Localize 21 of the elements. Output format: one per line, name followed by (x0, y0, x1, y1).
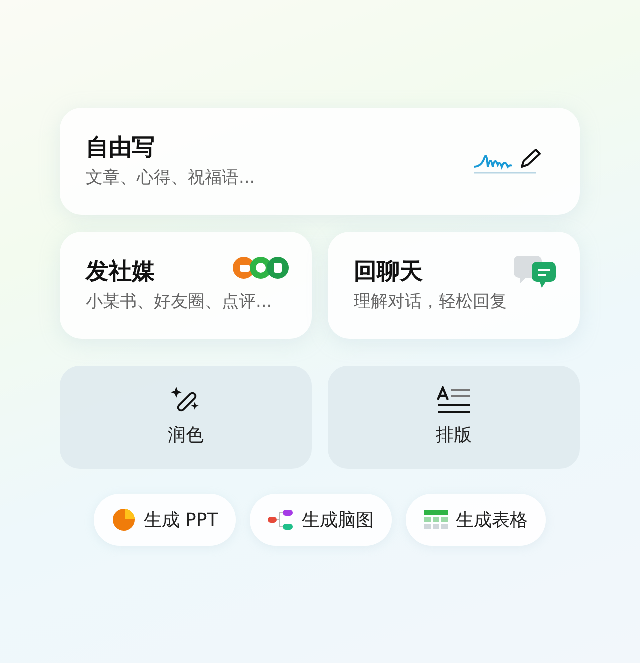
tool-button[interactable]: 排版 (328, 366, 580, 469)
card-title: 自由写 (86, 134, 155, 162)
card-subtitle: 理解对话，轻松回复 (354, 292, 507, 314)
feature-card[interactable]: 自由写 文章、心得、祝福语... (60, 108, 580, 215)
card-title: 回聊天 (354, 258, 423, 286)
chat-bubbles-icon (514, 256, 558, 288)
chip-button[interactable]: 生成表格 (406, 494, 546, 546)
feature-card[interactable]: 发社媒 小某书、好友圈、点评... (60, 232, 312, 339)
text-layout-icon (437, 386, 471, 416)
card-subtitle: 文章、心得、祝福语... (86, 168, 256, 190)
mind-map-icon (268, 509, 294, 531)
social-apps-icon (232, 256, 290, 280)
tool-button[interactable]: 润色 (60, 366, 312, 469)
card-subtitle: 小某书、好友圈、点评... (86, 292, 272, 314)
card-title: 发社媒 (86, 258, 155, 286)
chip-button[interactable]: 生成脑图 (250, 494, 392, 546)
signature-pencil-icon (472, 146, 544, 176)
chip-button[interactable]: 生成 PPT (94, 494, 236, 546)
table-icon (424, 510, 448, 530)
feature-card[interactable]: 回聊天 理解对话，轻松回复 (328, 232, 580, 339)
pie-chart-icon (112, 508, 136, 532)
